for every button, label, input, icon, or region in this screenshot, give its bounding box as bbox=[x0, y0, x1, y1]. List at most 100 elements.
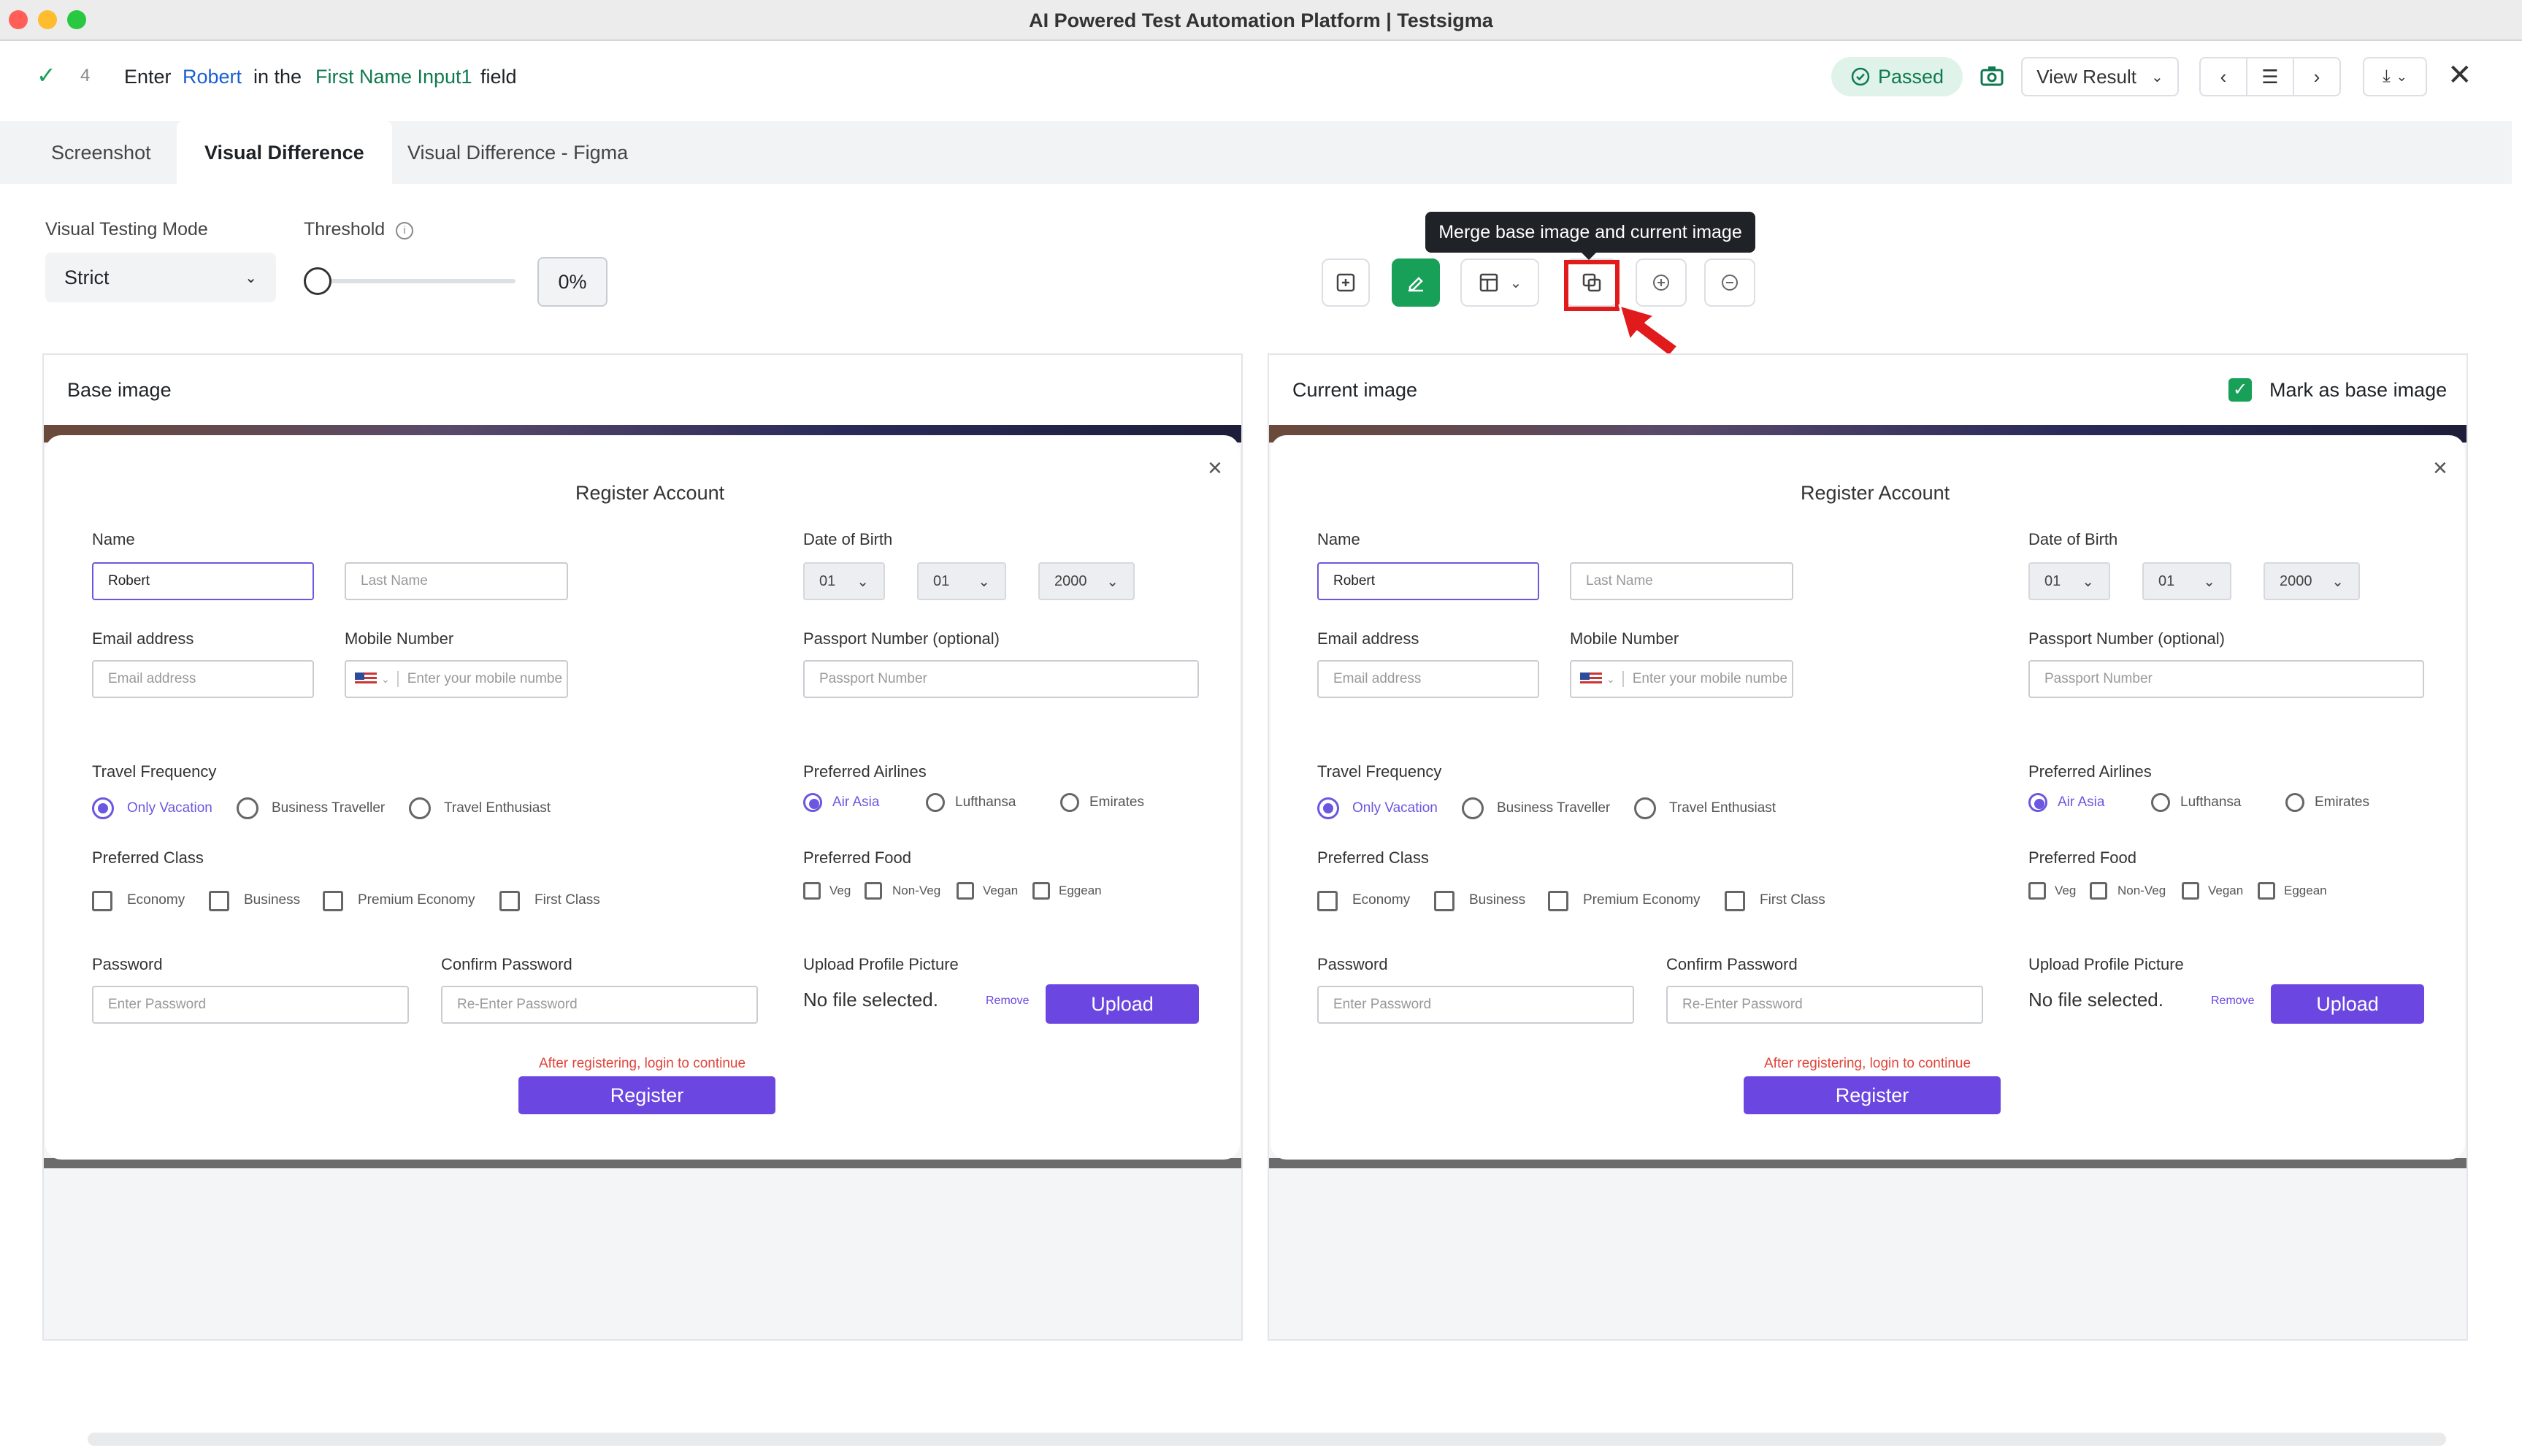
checkbox-veg bbox=[803, 882, 821, 900]
checkbox-veg bbox=[2028, 882, 2046, 900]
email-label: Email address bbox=[1317, 629, 1419, 648]
password-input: Enter Password bbox=[92, 986, 409, 1024]
class-option: Premium Economy bbox=[358, 892, 475, 908]
step-list-button[interactable]: ☰ bbox=[2246, 57, 2294, 96]
layout-dropdown[interactable]: ⌄ bbox=[1460, 258, 1539, 307]
highlight-differences-button[interactable] bbox=[1392, 258, 1440, 307]
dob-label: Date of Birth bbox=[803, 530, 893, 548]
upload-label: Upload Profile Picture bbox=[2028, 955, 2184, 973]
view-result-dropdown[interactable]: View Result ⌄ bbox=[2021, 57, 2179, 96]
base-image-panel: Base image Register Account × Name Rober… bbox=[42, 353, 1243, 1341]
chevron-down-icon: ⌄ bbox=[1606, 673, 1615, 685]
threshold-slider-handle[interactable] bbox=[304, 267, 331, 295]
fit-icon bbox=[1336, 273, 1355, 292]
checkbox-non-veg bbox=[865, 882, 882, 900]
download-dropdown[interactable]: ⤓ ⌄ bbox=[2363, 57, 2427, 96]
camera-icon[interactable] bbox=[1979, 63, 2005, 93]
horizontal-scrollbar[interactable] bbox=[88, 1433, 2446, 1446]
tab-bar: Screenshot Visual Difference Visual Diff… bbox=[0, 121, 2512, 184]
zoom-out-button[interactable] bbox=[1704, 258, 1755, 307]
dob-month-value: 01 bbox=[2158, 572, 2175, 589]
previous-step-button[interactable]: ‹ bbox=[2199, 57, 2247, 96]
upload-label: Upload Profile Picture bbox=[803, 955, 959, 973]
passport-label: Passport Number (optional) bbox=[2028, 629, 2226, 648]
register-button: Register bbox=[1744, 1076, 2001, 1114]
food-label: Preferred Food bbox=[803, 848, 911, 867]
airline-option: Air Asia bbox=[832, 794, 880, 810]
check-circle-icon bbox=[1851, 67, 1870, 86]
current-image-title: Current image bbox=[1292, 379, 1418, 401]
close-icon: × bbox=[1208, 454, 1222, 482]
mark-as-base-checkbox[interactable]: ✓ bbox=[2228, 378, 2252, 402]
tab-visual-difference-figma[interactable]: Visual Difference - Figma bbox=[380, 121, 656, 184]
checkbox-economy bbox=[1317, 891, 1338, 911]
panel-header: Current image ✓ Mark as base image bbox=[1269, 355, 2467, 425]
register-modal-screenshot: Register Account × Name Robert Last Name… bbox=[1270, 435, 2465, 1160]
modal-title: Register Account bbox=[575, 482, 725, 504]
mobile-input: ⌄ Enter your mobile numbe bbox=[345, 660, 568, 698]
zoom-in-icon bbox=[1653, 275, 1669, 291]
chevron-left-icon: ‹ bbox=[2220, 65, 2227, 88]
threshold-slider-track[interactable] bbox=[305, 279, 515, 283]
close-icon[interactable]: ✕ bbox=[2448, 58, 2472, 92]
class-option: Business bbox=[244, 892, 301, 908]
travel-option: Travel Enthusiast bbox=[444, 800, 551, 816]
next-step-button[interactable]: › bbox=[2293, 57, 2341, 96]
airlines-label: Preferred Airlines bbox=[2028, 762, 2152, 781]
step-element-name[interactable]: First Name Input1 bbox=[315, 66, 472, 88]
travel-option: Only Vacation bbox=[1352, 800, 1438, 816]
fit-screen-button[interactable] bbox=[1322, 258, 1370, 307]
no-file-text: No file selected. bbox=[2028, 989, 2163, 1011]
current-image-panel: Current image ✓ Mark as base image Regis… bbox=[1268, 353, 2468, 1341]
email-input: Email address bbox=[92, 660, 314, 698]
passport-input: Passport Number bbox=[803, 660, 1199, 698]
info-icon[interactable]: i bbox=[396, 222, 413, 240]
food-option: Eggean bbox=[2284, 884, 2327, 897]
step-test-data[interactable]: Robert bbox=[183, 66, 242, 88]
step-number: 4 bbox=[80, 66, 91, 85]
no-file-text: No file selected. bbox=[803, 989, 938, 1011]
name-label: Name bbox=[1317, 530, 1360, 548]
zoom-in-button[interactable] bbox=[1636, 258, 1687, 307]
remove-link: Remove bbox=[2211, 995, 2255, 1007]
airline-option: Air Asia bbox=[2058, 794, 2105, 810]
food-option: Non-Veg bbox=[2117, 884, 2166, 897]
class-option: Economy bbox=[127, 892, 185, 908]
dob-year-select: 2000 ⌄ bbox=[2264, 562, 2360, 600]
us-flag-icon bbox=[355, 673, 377, 686]
upload-button: Upload bbox=[2271, 984, 2424, 1024]
checkbox-premium-economy bbox=[323, 891, 343, 911]
last-name-input: Last Name bbox=[1570, 562, 1793, 600]
chevron-down-icon: ⌄ bbox=[856, 573, 869, 590]
food-option: Veg bbox=[829, 884, 851, 897]
tooltip-arrow bbox=[1580, 251, 1598, 260]
visual-testing-mode-select[interactable]: Strict ⌄ bbox=[45, 253, 276, 302]
first-name-input: Robert bbox=[92, 562, 314, 600]
register-button: Register bbox=[518, 1076, 775, 1114]
layout-icon bbox=[1479, 273, 1498, 292]
chevron-down-icon: ⌄ bbox=[2082, 573, 2094, 590]
dob-year-select: 2000 ⌄ bbox=[1038, 562, 1135, 600]
checkbox-business bbox=[1434, 891, 1454, 911]
window-titlebar: AI Powered Test Automation Platform | Te… bbox=[0, 0, 2522, 41]
radio-emirates bbox=[1060, 793, 1079, 812]
confirm-password-label: Confirm Password bbox=[441, 955, 572, 973]
merge-tooltip: Merge base image and current image bbox=[1425, 212, 1755, 253]
dob-month-value: 01 bbox=[933, 572, 950, 589]
radio-air-asia bbox=[803, 793, 822, 812]
mobile-label: Mobile Number bbox=[1570, 629, 1679, 648]
list-icon: ☰ bbox=[2261, 65, 2279, 88]
tab-visual-difference[interactable]: Visual Difference bbox=[177, 121, 392, 184]
airline-option: Emirates bbox=[2315, 794, 2369, 810]
radio-business-traveller bbox=[237, 797, 258, 819]
food-option: Veg bbox=[2055, 884, 2077, 897]
dob-label: Date of Birth bbox=[2028, 530, 2118, 548]
radio-only-vacation bbox=[92, 797, 114, 819]
status-badge: Passed bbox=[1831, 57, 1963, 96]
airline-option: Lufthansa bbox=[2180, 794, 2242, 810]
upload-button: Upload bbox=[1046, 984, 1199, 1024]
chevron-down-icon: ⌄ bbox=[2203, 573, 2215, 590]
tab-screenshot[interactable]: Screenshot bbox=[23, 121, 179, 184]
threshold-input[interactable]: 0% bbox=[537, 257, 607, 307]
class-option: Economy bbox=[1352, 892, 1411, 908]
